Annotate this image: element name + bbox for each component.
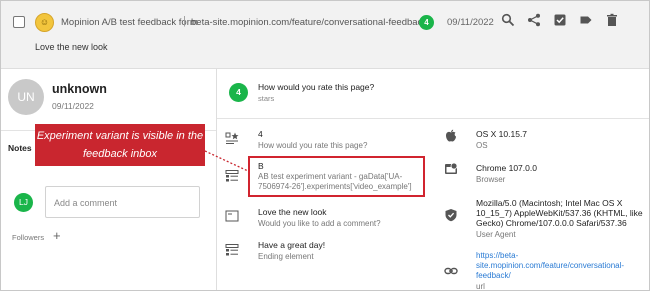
annotation-callout: Experiment variant is visible in the fee… <box>35 124 205 166</box>
feedback-detail-window: ☺ Mopinion A/B test feedback form | beta… <box>0 0 650 291</box>
